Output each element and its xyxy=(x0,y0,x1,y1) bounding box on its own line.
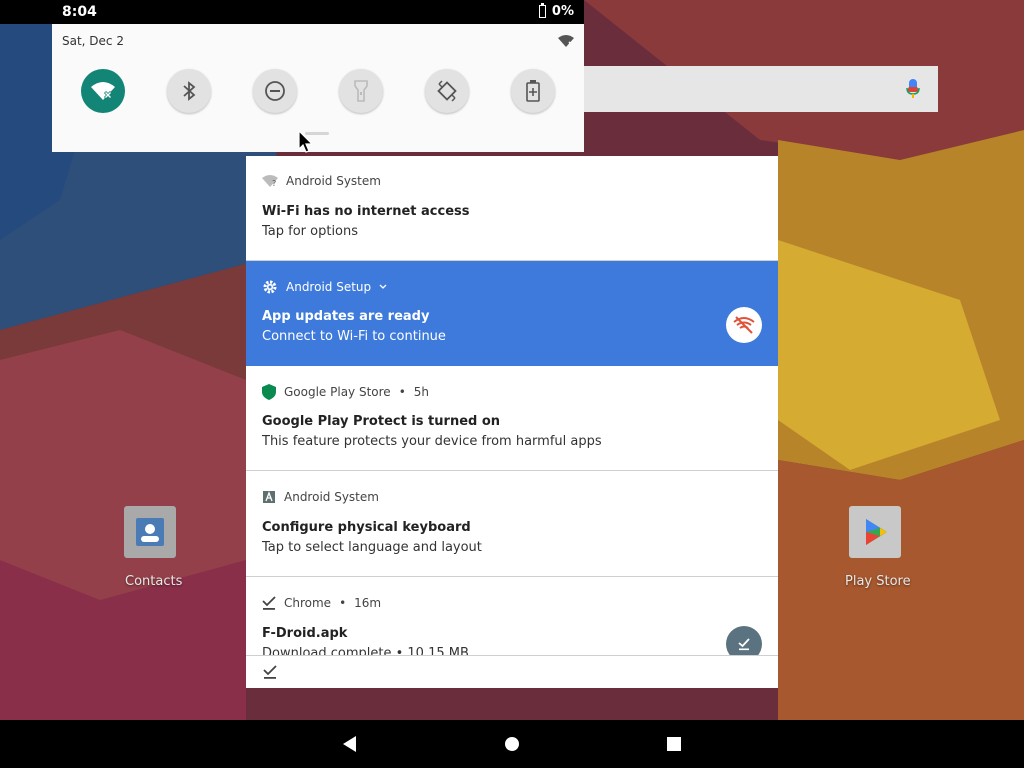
separator-dot: • xyxy=(339,596,347,610)
status-bar: 8:04 0% xyxy=(0,0,584,24)
contacts-app-icon[interactable] xyxy=(124,506,176,558)
rotate-icon xyxy=(437,80,457,102)
notification-time: 16m xyxy=(354,596,382,610)
wifi-question-icon: ? xyxy=(262,175,278,187)
notification-header: Google Play Store • 5h xyxy=(262,384,429,400)
flashlight-icon xyxy=(354,80,368,102)
notification-header: ? Android System xyxy=(262,174,381,188)
download-done-icon xyxy=(738,638,750,651)
microphone-icon[interactable] xyxy=(906,79,920,99)
notification-overflow-row[interactable] xyxy=(246,655,778,688)
notification-text: Tap to select language and layout xyxy=(262,540,482,555)
back-icon[interactable] xyxy=(340,734,360,754)
status-time: 8:04 xyxy=(62,4,97,20)
notification-title: Google Play Protect is turned on xyxy=(262,414,501,429)
status-indicators: 0% xyxy=(538,3,574,19)
notification-app-name: Android System xyxy=(284,490,379,504)
gear-icon xyxy=(263,280,277,294)
dnd-tile[interactable] xyxy=(253,69,297,113)
notification-list: ? Android System Wi-Fi has no internet a… xyxy=(246,156,778,688)
recents-icon[interactable] xyxy=(664,734,684,754)
download-done-icon xyxy=(262,596,276,610)
wifi-status-icon xyxy=(558,35,574,47)
notification-title: App updates are ready xyxy=(262,309,430,324)
battery-percent: 0% xyxy=(551,4,574,19)
play-store-app-icon[interactable] xyxy=(849,506,901,558)
contacts-app-label: Contacts xyxy=(125,574,183,589)
wifi-off-icon xyxy=(733,316,755,334)
notification-app-name: Android System xyxy=(286,174,381,188)
auto-rotate-tile[interactable] xyxy=(425,69,469,113)
bluetooth-tile[interactable] xyxy=(167,69,211,113)
notification-thumbnail xyxy=(726,307,762,343)
play-store-icon xyxy=(866,519,887,545)
notification-title: Wi-Fi has no internet access xyxy=(262,204,470,219)
notification-app-updates[interactable]: Android Setup App updates are ready Conn… xyxy=(246,261,778,366)
navigation-bar xyxy=(0,720,1024,768)
shield-icon xyxy=(262,384,276,400)
download-done-icon xyxy=(263,665,277,679)
notification-app-name: Android Setup xyxy=(286,280,372,294)
notification-app-name: Chrome xyxy=(284,596,332,610)
flashlight-tile[interactable] xyxy=(339,69,383,113)
notification-text: Connect to Wi-Fi to continue xyxy=(262,329,446,344)
notification-physical-keyboard[interactable]: Android System Configure physical keyboa… xyxy=(246,472,778,577)
notification-title: F-Droid.apk xyxy=(262,626,348,641)
wifi-tile[interactable] xyxy=(81,69,125,113)
notification-title: Configure physical keyboard xyxy=(262,520,471,535)
notification-text: Tap for options xyxy=(262,224,359,239)
notification-header: Chrome • 16m xyxy=(262,596,381,610)
notification-wifi-no-internet[interactable]: ? Android System Wi-Fi has no internet a… xyxy=(246,156,778,261)
battery-saver-icon xyxy=(526,80,540,102)
notification-header: Android Setup xyxy=(262,279,387,295)
home-icon[interactable] xyxy=(502,734,522,754)
battery-icon xyxy=(538,3,546,18)
notification-header: Android System xyxy=(262,490,379,504)
dnd-icon xyxy=(265,81,285,101)
mouse-cursor-icon xyxy=(298,130,314,153)
bluetooth-icon xyxy=(183,81,196,101)
notification-text: This feature protects your device from h… xyxy=(262,434,602,449)
notification-play-protect[interactable]: Google Play Store • 5h Google Play Prote… xyxy=(246,366,778,471)
google-search-bar[interactable] xyxy=(584,66,938,112)
keyboard-a-icon xyxy=(263,491,275,503)
notification-time: 5h xyxy=(413,385,430,399)
battery-saver-tile[interactable] xyxy=(511,69,555,113)
contacts-icon xyxy=(136,518,164,546)
separator-dot: • xyxy=(398,385,406,399)
chevron-down-icon[interactable] xyxy=(379,284,387,290)
qs-date: Sat, Dec 2 xyxy=(62,34,124,48)
quick-settings-panel: Sat, Dec 2 xyxy=(52,24,584,152)
svg-text:?: ? xyxy=(272,179,276,187)
play-store-app-label: Play Store xyxy=(845,574,911,589)
wifi-off-icon xyxy=(91,82,115,100)
notification-app-name: Google Play Store xyxy=(284,385,391,399)
